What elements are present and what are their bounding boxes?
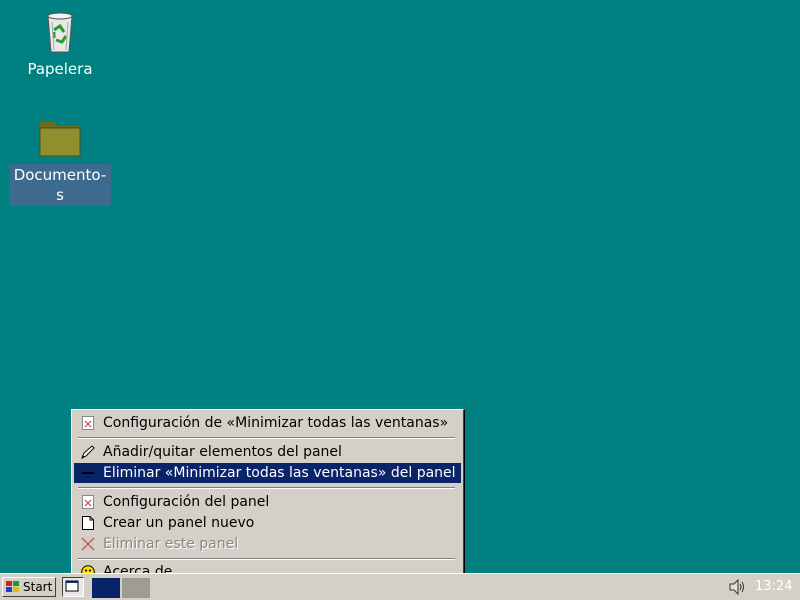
menu-item-label: Eliminar «Minimizar todas las ventanas» … [103,465,456,481]
taskbar: Start 13:24 [0,573,800,600]
new-document-icon [80,515,96,531]
start-label: Start [23,580,53,594]
menu-separator [78,487,455,489]
clock[interactable]: 13:24 [755,579,792,594]
desktop-icon-documents[interactable]: Documento-s [8,114,112,206]
menu-item-launcher-settings[interactable]: Configuración de «Minimizar todas las ve… [74,413,461,433]
desktop-icon-label: Documento-s [9,164,111,206]
panel-context-menu: Configuración de «Minimizar todas las ve… [71,409,464,585]
desktop-icon-label: Papelera [27,60,93,78]
properties-icon [80,494,96,510]
menu-item-label: Configuración del panel [103,494,270,510]
menu-separator [78,437,455,439]
menu-item-panel-settings[interactable]: Configuración del panel [74,492,461,512]
workspace-2[interactable] [122,578,150,598]
desktop-icon-trash[interactable]: Papelera [8,8,112,80]
volume-icon[interactable] [728,578,748,596]
properties-icon [80,415,96,431]
menu-item-label: Eliminar este panel [103,536,239,552]
start-button[interactable]: Start [2,577,56,597]
remove-icon [80,465,96,481]
menu-item-label: Añadir/quitar elementos del panel [103,444,342,460]
menu-item-add-remove-items[interactable]: Añadir/quitar elementos del panel [74,442,461,462]
menu-item-remove-launcher[interactable]: Eliminar «Minimizar todas las ventanas» … [74,463,461,483]
menu-item-delete-panel: Eliminar este panel [74,534,461,554]
show-desktop-button[interactable] [62,577,84,597]
menu-item-label: Configuración de «Minimizar todas las ve… [103,415,449,431]
start-logo-icon [5,580,21,594]
workspace-1[interactable] [92,578,120,598]
menu-item-new-panel[interactable]: Crear un panel nuevo [74,513,461,533]
folder-icon [36,114,84,162]
menu-separator [78,558,455,560]
menu-item-label: Crear un panel nuevo [103,515,255,531]
window-icon [65,580,79,592]
delete-icon [80,536,96,552]
pencil-icon [80,444,96,460]
trash-icon [36,8,84,56]
